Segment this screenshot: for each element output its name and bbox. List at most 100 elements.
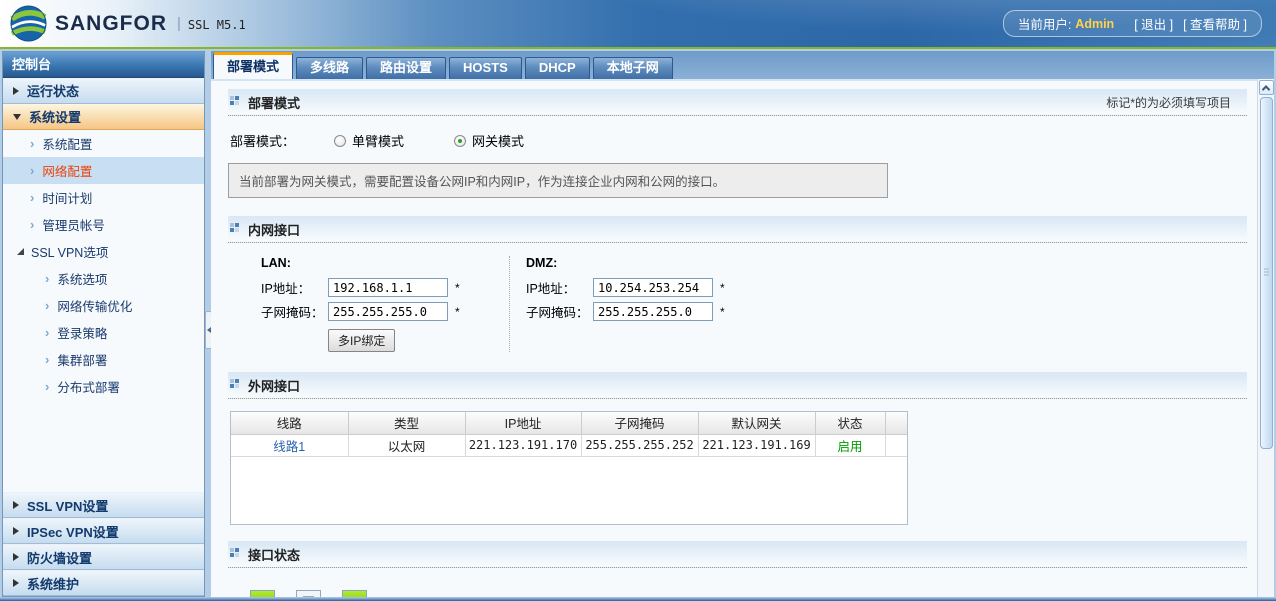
dmz-ip-label: IP地址： xyxy=(526,278,593,297)
vertical-scrollbar[interactable] xyxy=(1257,79,1274,597)
sidebar-item-label: 系统维护 xyxy=(27,574,79,593)
col-status: 状态 xyxy=(815,412,885,434)
collapsed-arrow-icon xyxy=(13,87,19,95)
sidebar-item-label: 登录策略 xyxy=(57,323,107,342)
tab-local-subnet[interactable]: 本地子网 xyxy=(593,57,673,79)
help-link[interactable]: [ 查看帮助 ] xyxy=(1183,14,1247,33)
radio-icon[interactable] xyxy=(334,135,346,147)
section-title: 内网接口 xyxy=(248,220,300,239)
sidebar-item-network-optimization[interactable]: 网络传输优化 xyxy=(3,292,204,319)
scrollbar-thumb[interactable] xyxy=(1260,97,1273,449)
sidebar-item-ipsec-vpn-settings[interactable]: IPSec VPN设置 xyxy=(3,518,204,544)
dmz-ip-input[interactable] xyxy=(593,278,713,297)
col-filler xyxy=(885,412,907,434)
window-bottom-edge xyxy=(0,597,1276,601)
tab-hosts[interactable]: HOSTS xyxy=(449,57,522,79)
sidebar-item-label: SSL VPN选项 xyxy=(31,242,108,261)
radio-single-arm-mode[interactable]: 单臂模式 xyxy=(334,131,404,150)
sidebar-item-label: 防火墙设置 xyxy=(27,548,92,567)
table-row: 线路1 以太网 221.123.191.170 255.255.255.252 … xyxy=(231,434,907,456)
sidebar-item-network-config[interactable]: 网络配置 xyxy=(3,157,204,184)
dmz-title: DMZ: xyxy=(526,256,774,270)
content-area: 部署模式 标记*的为必须填写项目 部署模式： 单臂模式 网关模式 当前部署为网关… xyxy=(211,79,1257,597)
sidebar-item-label: 系统配置 xyxy=(42,134,92,153)
logout-link[interactable]: [ 退出 ] xyxy=(1134,14,1173,33)
chevron-icon xyxy=(45,271,57,286)
nic-port-up-icon xyxy=(342,590,367,597)
collapsed-arrow-icon xyxy=(13,553,19,561)
section-header-wan: 外网接口 xyxy=(228,372,1247,399)
tab-deploy-mode[interactable]: 部署模式 xyxy=(213,52,293,79)
scrollbar-grip-icon xyxy=(1264,269,1269,278)
dmz-mask-input[interactable] xyxy=(593,302,713,321)
collapsed-arrow-icon xyxy=(13,527,19,535)
col-mask: 子网掩码 xyxy=(581,412,698,434)
scroll-up-button[interactable] xyxy=(1259,80,1274,95)
required-asterisk: * xyxy=(720,281,725,295)
sidebar-item-system-config[interactable]: 系统配置 xyxy=(3,130,204,157)
section-bullet-icon xyxy=(230,93,240,111)
multi-ip-bind-button[interactable]: 多IP绑定 xyxy=(328,329,395,352)
chevron-icon xyxy=(30,190,42,205)
sidebar-group-ssl-vpn-options[interactable]: SSL VPN选项 xyxy=(3,238,204,265)
sidebar-item-label: 分布式部署 xyxy=(57,377,120,396)
sidebar-item-system-maintenance[interactable]: 系统维护 xyxy=(3,570,204,596)
required-asterisk: * xyxy=(455,281,460,295)
section-bullet-icon xyxy=(230,220,240,238)
section-title: 接口状态 xyxy=(248,545,300,564)
brand-separator: | xyxy=(177,15,181,32)
col-type: 类型 xyxy=(348,412,465,434)
collapsed-arrow-icon xyxy=(13,579,19,587)
required-fields-note: 标记*的为必须填写项目 xyxy=(1106,94,1247,111)
section-title: 部署模式 xyxy=(248,93,300,112)
sidebar-title: 控制台 xyxy=(3,52,204,78)
section-header-iface-status: 接口状态 xyxy=(228,541,1247,568)
user-session-pill: 当前用户: Admin [ 退出 ] [ 查看帮助 ] xyxy=(1003,10,1262,37)
radio-label: 单臂模式 xyxy=(352,131,404,150)
line-name-link[interactable]: 线路1 xyxy=(231,434,348,456)
sidebar-item-system-options[interactable]: 系统选项 xyxy=(3,265,204,292)
lan-mask-label: 子网掩码： xyxy=(261,302,328,321)
sidebar-item-system-settings[interactable]: 系统设置 xyxy=(3,104,204,130)
sidebar-item-admin-account[interactable]: 管理员帐号 xyxy=(3,211,204,238)
lan-mask-input[interactable] xyxy=(328,302,448,321)
section-header-lan: 内网接口 xyxy=(228,216,1247,243)
lan-column: LAN: IP地址： * 子网掩码： * 多IP绑定 xyxy=(261,256,509,352)
col-line: 线路 xyxy=(231,412,348,434)
sidebar-item-ssl-vpn-settings[interactable]: SSL VPN设置 xyxy=(3,492,204,518)
sidebar-item-distributed-deploy[interactable]: 分布式部署 xyxy=(3,373,204,400)
product-version: SSL M5.1 xyxy=(188,18,246,32)
chevron-icon xyxy=(30,136,42,151)
tab-routing[interactable]: 路由设置 xyxy=(366,57,446,79)
lan-title: LAN: xyxy=(261,256,509,270)
sidebar-item-label: 时间计划 xyxy=(42,188,92,207)
chevron-icon xyxy=(45,298,57,313)
sidebar-item-login-policy[interactable]: 登录策略 xyxy=(3,319,204,346)
radio-checked-icon[interactable] xyxy=(454,135,466,147)
sidebar-item-label: 运行状态 xyxy=(27,81,79,100)
sidebar-item-schedule[interactable]: 时间计划 xyxy=(3,184,204,211)
sidebar-item-firewall-settings[interactable]: 防火墙设置 xyxy=(3,544,204,570)
tab-multiline[interactable]: 多线路 xyxy=(296,57,363,79)
current-user-label: 当前用户: xyxy=(1018,14,1071,33)
line-ip: 221.123.191.170 xyxy=(465,434,581,456)
lan-ip-label: IP地址： xyxy=(261,278,328,297)
sidebar-item-label: 管理员帐号 xyxy=(42,215,105,234)
sidebar-item-label: 系统选项 xyxy=(57,269,107,288)
nic-port-down-icon xyxy=(296,590,321,597)
deploy-mode-info: 当前部署为网关模式，需要配置设备公网IP和内网IP，作为连接企业内网和公网的接口… xyxy=(228,163,888,198)
sidebar-item-running-status[interactable]: 运行状态 xyxy=(3,78,204,104)
section-title: 外网接口 xyxy=(248,376,300,395)
deploy-mode-row: 部署模式： 单臂模式 网关模式 xyxy=(230,131,1247,150)
section-bullet-icon xyxy=(230,376,240,394)
chevron-icon xyxy=(30,163,42,178)
table-header-row: 线路 类型 IP地址 子网掩码 默认网关 状态 xyxy=(231,412,907,434)
lan-ip-input[interactable] xyxy=(328,278,448,297)
sidebar-item-cluster-deploy[interactable]: 集群部署 xyxy=(3,346,204,373)
dmz-column: DMZ: IP地址： * 子网掩码： * xyxy=(509,256,774,352)
section-bullet-icon xyxy=(230,545,240,563)
radio-gateway-mode[interactable]: 网关模式 xyxy=(454,131,524,150)
tab-dhcp[interactable]: DHCP xyxy=(525,57,590,79)
col-ip: IP地址 xyxy=(465,412,581,434)
sangfor-logo-icon xyxy=(10,5,47,42)
